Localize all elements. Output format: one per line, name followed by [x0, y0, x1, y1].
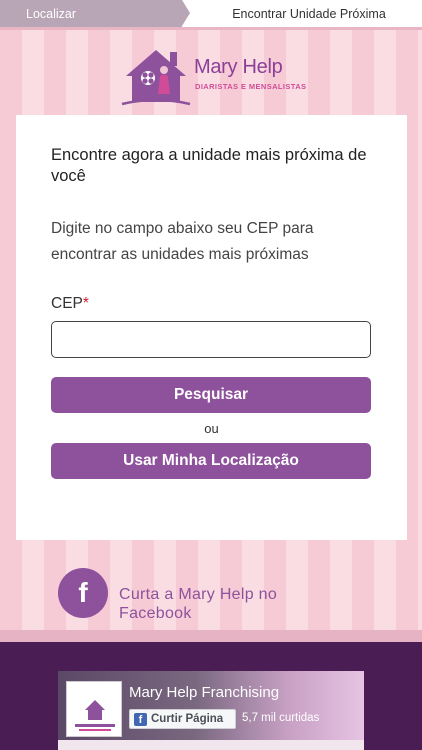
breadcrumb-localizar[interactable]: Localizar: [0, 0, 190, 27]
plugin-bottom-strip: [58, 740, 364, 750]
search-card: Encontre agora a unidade mais próxima de…: [16, 115, 407, 540]
use-location-button[interactable]: Usar Minha Localização: [51, 443, 371, 479]
house-logo-icon: [121, 50, 191, 106]
use-location-button-label: Usar Minha Localização: [123, 452, 299, 469]
breadcrumb-localizar-label: Localizar: [26, 6, 77, 21]
like-page-button[interactable]: f Curtir Página: [129, 709, 236, 729]
facebook-page-name[interactable]: Mary Help Franchising: [129, 684, 279, 701]
search-button-label: Pesquisar: [173, 386, 249, 403]
or-separator: ou: [204, 421, 219, 436]
facebook-small-icon: f: [134, 712, 147, 726]
card-description: Digite no campo abaixo seu CEP para enco…: [51, 220, 314, 263]
logo-title: Mary Help: [194, 56, 283, 78]
brand-logo: Mary Help DIARISTAS E MENSALISTAS: [120, 46, 310, 108]
cep-label-text: CEP: [51, 295, 83, 312]
likes-count: 5,7 mil curtidas: [242, 712, 320, 724]
facebook-link[interactable]: Curta a Mary Help no Facebook: [119, 585, 339, 623]
breadcrumb-current: Encontrar Unidade Próxima: [232, 6, 386, 21]
facebook-icon[interactable]: f: [58, 568, 108, 618]
cep-label: CEP*: [51, 295, 89, 313]
card-heading: Encontre agora a unidade mais próxima de…: [51, 146, 367, 185]
facebook-page-plugin[interactable]: Mary Help Franchising f Curtir Página 5,…: [58, 671, 364, 750]
cep-input[interactable]: [51, 321, 371, 358]
page-logo-thumbnail: [66, 681, 122, 737]
footer-divider: [0, 630, 422, 642]
breadcrumb: Localizar Encontrar Unidade Próxima: [0, 0, 422, 27]
logo-subtitle: DIARISTAS E MENSALISTAS: [195, 82, 307, 91]
required-mark: *: [82, 295, 89, 312]
breadcrumb-divider: [0, 27, 422, 30]
search-button[interactable]: Pesquisar: [51, 377, 371, 413]
like-page-label: Curtir Página: [151, 713, 224, 725]
